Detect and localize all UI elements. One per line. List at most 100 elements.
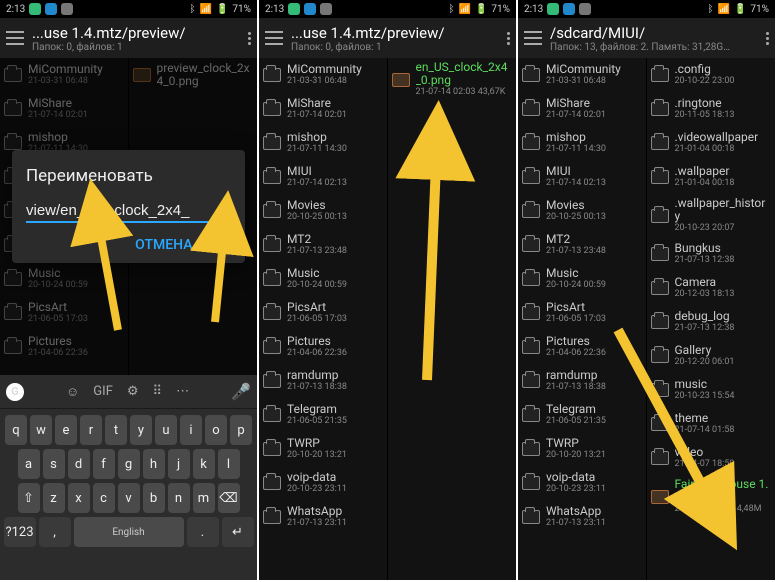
- key[interactable]: y: [130, 415, 152, 445]
- folder-icon: [651, 281, 669, 295]
- key[interactable]: h: [143, 449, 165, 479]
- list-item[interactable]: Movies20-10-25 00:13: [518, 194, 646, 228]
- list-item[interactable]: ramdump21-07-13 18:38: [518, 364, 646, 398]
- key[interactable]: ,: [39, 517, 71, 547]
- list-item[interactable]: .wallpaper_history20-10-23 20:07: [647, 194, 776, 237]
- key[interactable]: e: [55, 415, 77, 445]
- list-item[interactable]: Camera20-12-03 18:13: [647, 271, 776, 305]
- list-item[interactable]: Pictures21-04-06 22:36: [518, 330, 646, 364]
- key[interactable]: w: [30, 415, 52, 445]
- key[interactable]: ?123: [4, 517, 36, 547]
- emoji-icon[interactable]: ☺: [66, 384, 79, 400]
- key[interactable]: n: [168, 483, 190, 513]
- key[interactable]: r: [80, 415, 102, 445]
- key[interactable]: f: [93, 449, 115, 479]
- list-item[interactable]: theme21-07-14 01:58: [647, 407, 776, 441]
- list-item[interactable]: .config20-10-22 23:00: [647, 58, 776, 92]
- list-item[interactable]: Telegram21-06-05 21:35: [259, 398, 387, 432]
- ok-button[interactable]: OK: [213, 237, 232, 253]
- list-item[interactable]: voip-data20-10-23 23:11: [518, 466, 646, 500]
- list-item[interactable]: mishop21-07-11 14:30: [259, 126, 387, 160]
- menu-icon[interactable]: [524, 31, 542, 45]
- list-item[interactable]: Bungkus21-07-13 12:38: [647, 237, 776, 271]
- keyboard[interactable]: G ☺ GIF ⚙ ⠿ ⋯ 🎤 qwertyuiop asdfghjkl ⇧zxcv…: [0, 375, 257, 580]
- list-item[interactable]: Music20-10-24 00:59: [259, 262, 387, 296]
- list-item[interactable]: MiShare21-07-14 02:01: [259, 92, 387, 126]
- key[interactable]: x: [68, 483, 90, 513]
- list-item[interactable]: MIUI21-07-14 02:13: [259, 160, 387, 194]
- list-item[interactable]: .wallpaper21-01-04 00:18: [647, 160, 776, 194]
- list-item[interactable]: Music20-10-24 00:59: [518, 262, 646, 296]
- key[interactable]: p: [230, 415, 252, 445]
- key[interactable]: v: [118, 483, 140, 513]
- key[interactable]: b: [143, 483, 165, 513]
- key[interactable]: i: [180, 415, 202, 445]
- list-item[interactable]: MiCommunity21-03-31 06:48: [259, 58, 387, 92]
- key[interactable]: g: [118, 449, 140, 479]
- key[interactable]: u: [155, 415, 177, 445]
- list-item[interactable]: debug_log21-07-13 12:38: [647, 305, 776, 339]
- more-icon[interactable]: ⋯: [176, 384, 189, 400]
- settings-icon[interactable]: ⚙: [127, 384, 139, 400]
- gif-button[interactable]: GIF: [93, 384, 113, 400]
- key[interactable]: o: [205, 415, 227, 445]
- key[interactable]: l: [218, 449, 240, 479]
- menu-icon[interactable]: [6, 31, 24, 45]
- rename-input[interactable]: [26, 200, 231, 223]
- key[interactable]: ⌫: [218, 483, 240, 513]
- list-item[interactable]: video21-04-07 18:59: [647, 441, 776, 475]
- list-item[interactable]: Movies20-10-25 00:13: [259, 194, 387, 228]
- menu-icon[interactable]: [265, 31, 283, 45]
- item-meta: 20-10-24 00:59: [546, 280, 642, 291]
- key[interactable]: k: [193, 449, 215, 479]
- key[interactable]: s: [43, 449, 65, 479]
- overflow-icon[interactable]: [507, 32, 510, 45]
- item-meta: 21-06-05 17:03: [546, 314, 642, 325]
- list-item[interactable]: PicsArt21-06-05 17:03: [259, 296, 387, 330]
- path-title[interactable]: ...use 1.4.mtz/preview/: [32, 24, 240, 42]
- list-item[interactable]: TWRP20-10-20 13:21: [259, 432, 387, 466]
- google-icon[interactable]: G: [6, 383, 24, 401]
- overflow-icon[interactable]: [248, 32, 251, 45]
- folder-icon: [263, 374, 281, 388]
- key[interactable]: c: [93, 483, 115, 513]
- list-item[interactable]: en_US_clock_2x4_0.png21-07-14 02:03 43,6…: [388, 58, 517, 101]
- key[interactable]: j: [168, 449, 190, 479]
- list-item[interactable]: .videowallpaper21-01-04 00:18: [647, 126, 776, 160]
- key[interactable]: m: [193, 483, 215, 513]
- key[interactable]: q: [5, 415, 27, 445]
- key[interactable]: d: [68, 449, 90, 479]
- list-item[interactable]: MIUI21-07-14 02:13: [518, 160, 646, 194]
- key[interactable]: t: [105, 415, 127, 445]
- path-title[interactable]: /sdcard/MIUI/: [550, 24, 758, 42]
- list-item[interactable]: PicsArt21-06-05 17:03: [518, 296, 646, 330]
- key[interactable]: a: [18, 449, 40, 479]
- list-item[interactable]: WhatsApp21-07-13 23:11: [259, 500, 387, 534]
- key[interactable]: .: [187, 517, 219, 547]
- list-item[interactable]: music20-10-23 15:54: [647, 373, 776, 407]
- key[interactable]: ↵: [222, 517, 254, 547]
- cancel-button[interactable]: ОТМЕНА: [135, 237, 192, 253]
- list-item[interactable]: MT221-07-13 23:48: [259, 228, 387, 262]
- list-item[interactable]: voip-data20-10-23 23:11: [259, 466, 387, 500]
- list-item[interactable]: MiShare21-07-14 02:01: [518, 92, 646, 126]
- space-key[interactable]: English: [74, 517, 184, 547]
- list-item[interactable]: MiCommunity21-03-31 06:48: [518, 58, 646, 92]
- list-item[interactable]: ramdump21-07-13 18:38: [259, 364, 387, 398]
- list-item[interactable]: Pictures21-04-06 22:36: [259, 330, 387, 364]
- list-item[interactable]: Gallery20-12-20 06:01: [647, 339, 776, 373]
- path-title[interactable]: ...use 1.4.mtz/preview/: [291, 24, 499, 42]
- list-item[interactable]: TWRP20-10-20 13:21: [518, 432, 646, 466]
- list-item[interactable]: .ringtone20-11-05 18:13: [647, 92, 776, 126]
- list-item[interactable]: mishop21-07-11 14:30: [518, 126, 646, 160]
- item-name: PicsArt: [546, 301, 642, 314]
- key[interactable]: ⇧: [18, 483, 40, 513]
- key[interactable]: z: [43, 483, 65, 513]
- list-item[interactable]: WhatsApp21-07-13 23:11: [518, 500, 646, 534]
- overflow-icon[interactable]: [766, 32, 769, 45]
- list-item[interactable]: Fairytale house 1.4.mtz21-07-14 02:13 4,…: [647, 475, 776, 518]
- list-item[interactable]: Telegram21-06-05 21:35: [518, 398, 646, 432]
- mic-icon[interactable]: 🎤: [231, 382, 251, 401]
- list-item[interactable]: MT221-07-13 23:48: [518, 228, 646, 262]
- grid-icon[interactable]: ⠿: [153, 384, 163, 400]
